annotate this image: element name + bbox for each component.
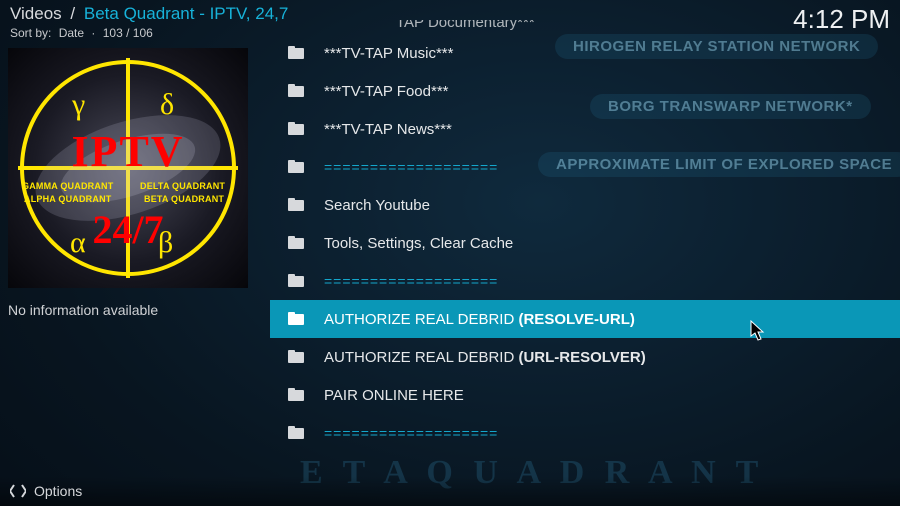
list-item[interactable]: AUTHORIZE REAL DEBRID (URL-RESOLVER) [270, 338, 900, 376]
subheader: Sort by: Date · 103 / 106 [10, 26, 157, 40]
list-item[interactable]: TAP Documentary*** [270, 20, 900, 34]
left-panel: IPTV 24/7 GAMMA QUADRANT DELTA QUADRANT … [8, 48, 248, 318]
list-item[interactable]: ***TV-TAP News*** [270, 110, 900, 148]
folder-icon [288, 160, 306, 174]
folder-icon [288, 46, 306, 60]
folder-icon [288, 236, 306, 250]
breadcrumb-root[interactable]: Videos [10, 4, 62, 23]
folder-icon [288, 350, 306, 364]
sort-value[interactable]: Date [59, 26, 88, 40]
sort-label: Sort by: [10, 26, 55, 40]
addon-poster: IPTV 24/7 GAMMA QUADRANT DELTA QUADRANT … [8, 48, 248, 288]
list-separator[interactable]: =================== [270, 414, 900, 452]
folder-icon [288, 426, 306, 440]
list-item[interactable]: PAIR ONLINE HERE [270, 376, 900, 414]
options-icon[interactable] [10, 483, 26, 499]
folder-icon [288, 312, 306, 326]
poster-247: 24/7 [8, 206, 248, 253]
list-item[interactable]: ***TV-TAP Food*** [270, 72, 900, 110]
options-label[interactable]: Options [34, 483, 82, 499]
info-text: No information available [8, 302, 248, 318]
list-item[interactable]: Search Youtube [270, 186, 900, 224]
list-item[interactable]: ***TV-TAP Music*** [270, 34, 900, 72]
footer: Options [0, 476, 900, 506]
list-separator[interactable]: =================== [270, 148, 900, 186]
list-item-selected[interactable]: AUTHORIZE REAL DEBRID (RESOLVE-URL) [270, 300, 900, 338]
folder-icon [288, 122, 306, 136]
poster-iptv: IPTV [8, 126, 248, 177]
breadcrumb-leaf: Beta Quadrant - IPTV, 24,7 [84, 4, 288, 23]
breadcrumb: Videos / Beta Quadrant - IPTV, 24,7 [10, 4, 288, 24]
item-count: 103 / 106 [103, 26, 157, 40]
list-item[interactable]: Tools, Settings, Clear Cache [270, 224, 900, 262]
folder-icon [288, 388, 306, 402]
content-list[interactable]: TAP Documentary*** ***TV-TAP Music*** **… [270, 20, 900, 474]
folder-icon [288, 84, 306, 98]
list-separator[interactable]: =================== [270, 262, 900, 300]
folder-icon [288, 198, 306, 212]
folder-icon [288, 274, 306, 288]
